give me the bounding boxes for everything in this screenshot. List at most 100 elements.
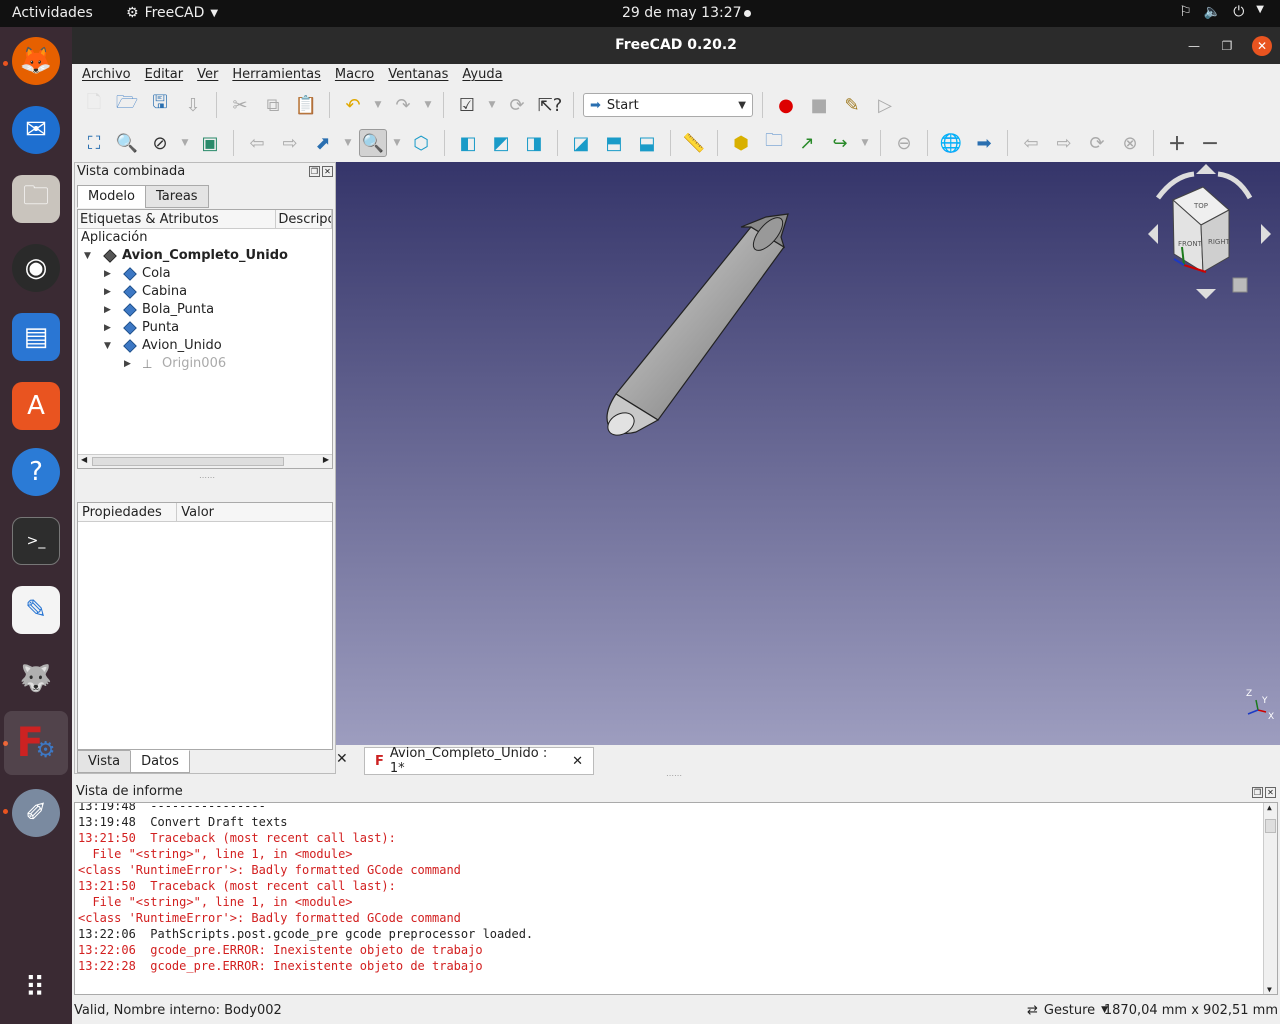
app-menu[interactable]: ⚙ FreeCAD ▼ [126, 5, 218, 21]
splitter-handle[interactable]: ⋯⋯ [199, 473, 215, 482]
title-bar[interactable]: FreeCAD 0.20.2 — ❐ ✕ [72, 27, 1280, 64]
scroll-thumb[interactable] [1265, 819, 1276, 833]
tab-vista[interactable]: Vista [77, 750, 132, 773]
view-down-arrow-icon[interactable] [1196, 289, 1216, 299]
web-forward-icon[interactable]: ⇨ [1050, 129, 1078, 157]
rhythmbox-icon[interactable]: ◉ [12, 244, 60, 292]
chevron-right-icon[interactable]: ▶ [104, 265, 111, 283]
close-icon[interactable]: ✕ [1265, 787, 1276, 798]
airplane-body-model[interactable] [604, 213, 789, 440]
help-icon[interactable]: ? [12, 448, 60, 496]
refresh-check-icon[interactable]: ☑ [453, 91, 481, 119]
close-icon[interactable]: ✕ [1252, 36, 1272, 56]
writer-icon[interactable]: ▤ [12, 313, 60, 361]
edit-macro-icon[interactable]: ✎ [838, 91, 866, 119]
paste-icon[interactable]: 📋 [292, 91, 320, 119]
tab-tareas[interactable]: Tareas [145, 185, 209, 208]
web-stop-icon[interactable]: ⊖ [890, 129, 918, 157]
float-icon[interactable]: ❐ [1252, 787, 1263, 798]
menu-editar[interactable]: Editar [145, 64, 184, 86]
redo-icon[interactable]: ↷ [389, 91, 417, 119]
menu-archivo[interactable]: Archivo [82, 64, 131, 86]
navcube-front-label[interactable]: FRONT [1178, 240, 1203, 248]
zoom-out-icon[interactable]: － [1196, 129, 1224, 157]
draw-style-icon[interactable]: ⊘ [146, 129, 174, 157]
cut-icon[interactable]: ✂ [226, 91, 254, 119]
show-apps-icon[interactable]: ⠿ [12, 963, 60, 1011]
right-view-icon[interactable]: ◨ [520, 129, 548, 157]
app-center-icon[interactable]: A [12, 382, 60, 430]
std-views-icon[interactable]: 🔍 [359, 129, 387, 157]
text-editor-icon[interactable]: ✎ [12, 586, 60, 634]
draw-style-dropdown-icon[interactable]: ▼ [179, 129, 191, 157]
close-icon[interactable]: ✕ [322, 166, 333, 177]
tree-item-punta[interactable]: ▶ Punta [78, 319, 332, 337]
close-icon[interactable]: ✕ [336, 751, 348, 767]
rear-view-icon[interactable]: ◪ [567, 129, 595, 157]
float-icon[interactable]: ❐ [309, 166, 320, 177]
new-document-icon[interactable]: 🗋 [80, 91, 108, 119]
system-tray[interactable]: ⚐ 🔈 ⏻ ▼ [1179, 4, 1264, 20]
report-log[interactable]: 13:19:48 ---------------- 13:19:48 Conver… [74, 802, 1278, 995]
terminal-icon[interactable]: >_ [12, 517, 60, 565]
chevron-down-icon[interactable]: ▼ [84, 247, 91, 265]
view-left-arrow-icon[interactable] [1148, 224, 1158, 244]
menu-herramientas[interactable]: Herramientas [232, 64, 321, 86]
menu-ayuda[interactable]: Ayuda [462, 64, 502, 86]
view-right-arrow-icon[interactable] [1261, 224, 1271, 244]
firefox-icon[interactable]: 🦊 [12, 37, 60, 85]
globe-icon[interactable]: 🌐 [937, 129, 965, 157]
tree-item-origin[interactable]: ▶ ⊥ Origin006 [78, 355, 332, 373]
tab-modelo[interactable]: Modelo [77, 185, 146, 208]
record-macro-icon[interactable]: ● [772, 91, 800, 119]
link-icon[interactable]: ↗ [793, 129, 821, 157]
workbench-selector[interactable]: ➡ Start ▼ [583, 93, 753, 117]
tree-horizontal-scrollbar[interactable]: ◀ ▶ [78, 454, 332, 468]
sync-view-icon[interactable]: ⬈ [309, 129, 337, 157]
scroll-left-icon[interactable]: ◀ [81, 455, 87, 464]
document-tab[interactable]: F Avion_Completo_Unido : 1* ✕ [364, 746, 594, 776]
chevron-right-icon[interactable]: ▶ [104, 301, 111, 319]
left-view-icon[interactable]: ⬓ [633, 129, 661, 157]
whats-this-icon[interactable]: ⇱? [536, 91, 564, 119]
close-tab-icon[interactable]: ✕ [572, 754, 583, 769]
open-icon[interactable]: 🗁 [113, 91, 141, 119]
chevron-right-icon[interactable]: ▶ [104, 283, 111, 301]
minimize-icon[interactable]: — [1184, 36, 1204, 56]
std-views-dropdown-icon[interactable]: ▼ [392, 129, 402, 157]
tree-item-bola-punta[interactable]: ▶ Bola_Punta [78, 301, 332, 319]
rotate-right-arrow-icon[interactable] [1217, 171, 1253, 200]
log-vertical-scrollbar[interactable]: ▲ ▼ [1263, 803, 1277, 994]
tree-item-cola[interactable]: ▶ Cola [78, 265, 332, 283]
view-up-arrow-icon[interactable] [1196, 164, 1216, 174]
scroll-thumb[interactable] [92, 457, 284, 466]
activities-button[interactable]: Actividades [12, 5, 93, 21]
menu-ver[interactable]: Ver [197, 64, 218, 86]
bottom-view-icon[interactable]: ⬒ [600, 129, 628, 157]
top-view-icon[interactable]: ◩ [487, 129, 515, 157]
thunderbird-icon[interactable]: ✉ [12, 106, 60, 154]
tab-datos[interactable]: Datos [130, 750, 190, 773]
column-propiedades[interactable]: Propiedades [78, 503, 178, 521]
freecad-icon[interactable]: F ⚙ [4, 711, 68, 775]
measure-icon[interactable]: 📏 [680, 129, 708, 157]
redo-dropdown-icon[interactable]: ▼ [422, 91, 434, 119]
navcube-menu-icon[interactable] [1232, 277, 1248, 293]
gimp-icon[interactable]: 🐺 [12, 655, 60, 703]
navcube-right-label[interactable]: RIGHT [1208, 238, 1231, 246]
save-as-icon[interactable]: ⇩ [179, 91, 207, 119]
fit-all-icon[interactable]: ⛶ [80, 129, 108, 157]
scroll-down-icon[interactable]: ▼ [1267, 985, 1272, 994]
group-icon[interactable]: 🗀 [760, 129, 788, 157]
column-labels[interactable]: Etiquetas & Atributos [78, 210, 277, 228]
fit-selection-icon[interactable]: 🔍 [113, 129, 141, 157]
column-valor[interactable]: Valor [177, 503, 332, 521]
link-dropdown-icon[interactable]: ▼ [859, 129, 871, 157]
recompute-icon[interactable]: ⟳ [503, 91, 531, 119]
menu-ventanas[interactable]: Ventanas [388, 64, 448, 86]
menu-macro[interactable]: Macro [335, 64, 374, 86]
other-app-icon[interactable]: ✐ [12, 789, 60, 837]
undo-dropdown-icon[interactable]: ▼ [372, 91, 384, 119]
3d-viewport[interactable]: TOP FRONT RIGHT Z Y X [336, 162, 1280, 745]
part-icon[interactable]: ⬢ [727, 129, 755, 157]
